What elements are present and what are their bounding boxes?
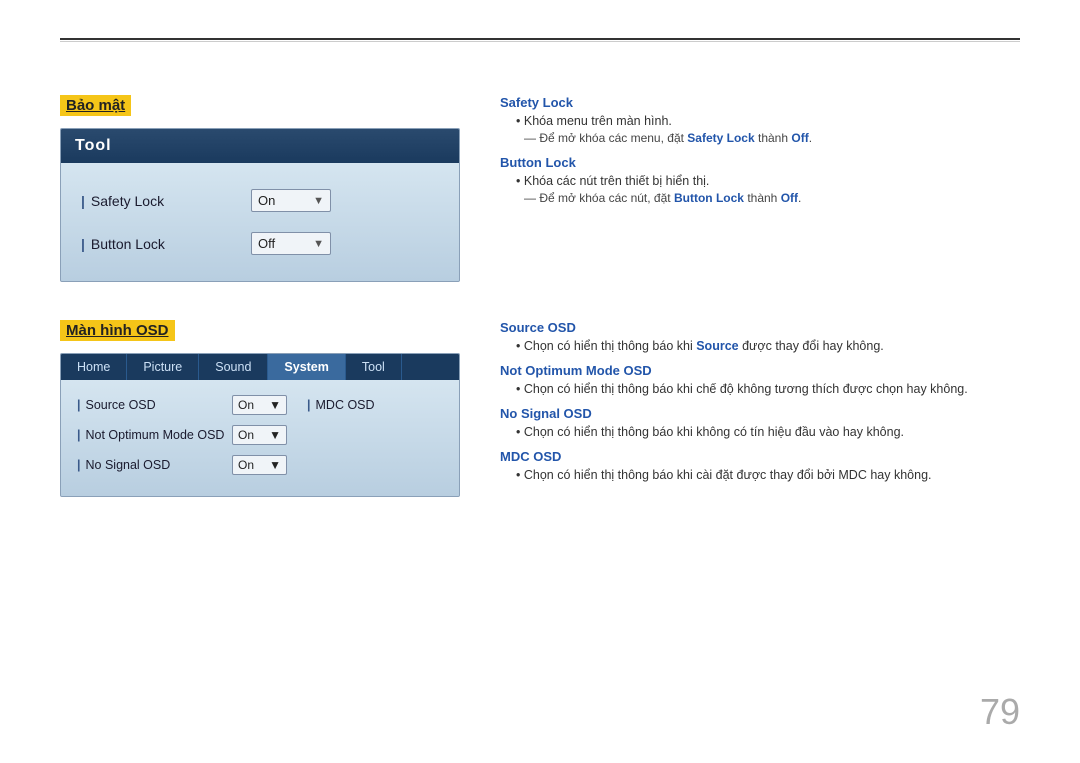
osd-row-mdc: MDC OSD On ▼ xyxy=(307,390,460,420)
desc-button-bullet: • Khóa các nút trên thiết bị hiển thị. xyxy=(516,174,1020,188)
tab-sound[interactable]: Sound xyxy=(199,354,268,380)
safety-lock-label: Safety Lock xyxy=(81,193,251,209)
desc-nosignal-bullet: • Chọn có hiển thị thông báo khi không c… xyxy=(516,425,1020,439)
not-optimum-label: Not Optimum Mode OSD xyxy=(77,428,232,442)
tool-panel-body: Safety Lock On ▼ Button Lock Off xyxy=(61,163,459,281)
section1-title: Bảo mật xyxy=(60,95,131,116)
osd-body: Source OSD On ▼ Not Optimum Mode OSD xyxy=(61,380,459,496)
tab-home[interactable]: Home xyxy=(61,354,127,380)
source-osd-select[interactable]: On ▼ xyxy=(232,395,287,415)
not-optimum-arrow: ▼ xyxy=(269,428,281,442)
no-signal-select[interactable]: On ▼ xyxy=(232,455,287,475)
tab-picture[interactable]: Picture xyxy=(127,354,199,380)
button-lock-arrow: ▼ xyxy=(313,238,324,250)
section1-left: Bảo mật Tool Safety Lock On ▼ xyxy=(60,95,460,282)
osd-row-not-optimum: Not Optimum Mode OSD On ▼ xyxy=(77,420,287,450)
no-signal-arrow: ▼ xyxy=(269,458,281,472)
button-lock-label: Button Lock xyxy=(81,236,251,252)
desc-source-bullet: • Chọn có hiển thị thông báo khi Source … xyxy=(516,339,1020,353)
osd-col2: MDC OSD On ▼ xyxy=(307,390,460,480)
source-osd-label: Source OSD xyxy=(77,398,232,412)
safety-lock-arrow: ▼ xyxy=(313,195,324,207)
desc-safety-bullet: • Khóa menu trên màn hình. xyxy=(516,114,1020,128)
desc-button-title: Button Lock xyxy=(500,155,1020,170)
tab-tool[interactable]: Tool xyxy=(346,354,402,380)
osd-tabs: Home Picture Sound System Tool xyxy=(61,354,459,380)
desc-nosignal-title: No Signal OSD xyxy=(500,406,1020,421)
osd-row-no-signal: No Signal OSD On ▼ xyxy=(77,450,287,480)
source-osd-arrow: ▼ xyxy=(269,398,281,412)
desc-mdc-title: MDC OSD xyxy=(500,449,1020,464)
section2-title: Màn hình OSD xyxy=(60,320,175,341)
section2-left: Màn hình OSD Home Picture Sound System T… xyxy=(60,320,460,497)
desc-notoptimum-bullet: • Chọn có hiển thị thông báo khi chế độ … xyxy=(516,382,1020,396)
section1-right: Safety Lock • Khóa menu trên màn hình. Đ… xyxy=(500,95,1020,282)
tool-panel: Tool Safety Lock On ▼ Button Lock xyxy=(60,128,460,282)
button-lock-select[interactable]: Off ▼ xyxy=(251,232,331,255)
mdc-osd-label: MDC OSD xyxy=(307,398,460,412)
section-baomatbao: Bảo mật Tool Safety Lock On ▼ xyxy=(60,95,1020,282)
top-divider xyxy=(60,38,1020,40)
tool-row-safety: Safety Lock On ▼ xyxy=(81,179,439,222)
page-container: Bảo mật Tool Safety Lock On ▼ xyxy=(0,0,1080,763)
tool-row-button: Button Lock Off ▼ xyxy=(81,222,439,265)
not-optimum-select[interactable]: On ▼ xyxy=(232,425,287,445)
osd-col1: Source OSD On ▼ Not Optimum Mode OSD xyxy=(77,390,287,480)
tab-system[interactable]: System xyxy=(268,354,345,380)
desc-safety-sub: Để mở khóa các menu, đặt Safety Lock thà… xyxy=(524,131,1020,145)
section2-right: Source OSD • Chọn có hiển thị thông báo … xyxy=(500,320,1020,497)
desc-notoptimum-title: Not Optimum Mode OSD xyxy=(500,363,1020,378)
tool-panel-header: Tool xyxy=(61,129,459,163)
section-osd: Màn hình OSD Home Picture Sound System T… xyxy=(60,320,1020,497)
desc-safety-title: Safety Lock xyxy=(500,95,1020,110)
desc-mdc-bullet: • Chọn có hiển thị thông báo khi cài đặt… xyxy=(516,468,1020,482)
desc-button-sub: Để mở khóa các nút, đặt Button Lock thàn… xyxy=(524,191,1020,205)
osd-row-source: Source OSD On ▼ xyxy=(77,390,287,420)
safety-lock-select[interactable]: On ▼ xyxy=(251,189,331,212)
osd-panel: Home Picture Sound System Tool Source OS… xyxy=(60,353,460,497)
desc-source-title: Source OSD xyxy=(500,320,1020,335)
page-number: 79 xyxy=(980,691,1020,733)
no-signal-label: No Signal OSD xyxy=(77,458,232,472)
